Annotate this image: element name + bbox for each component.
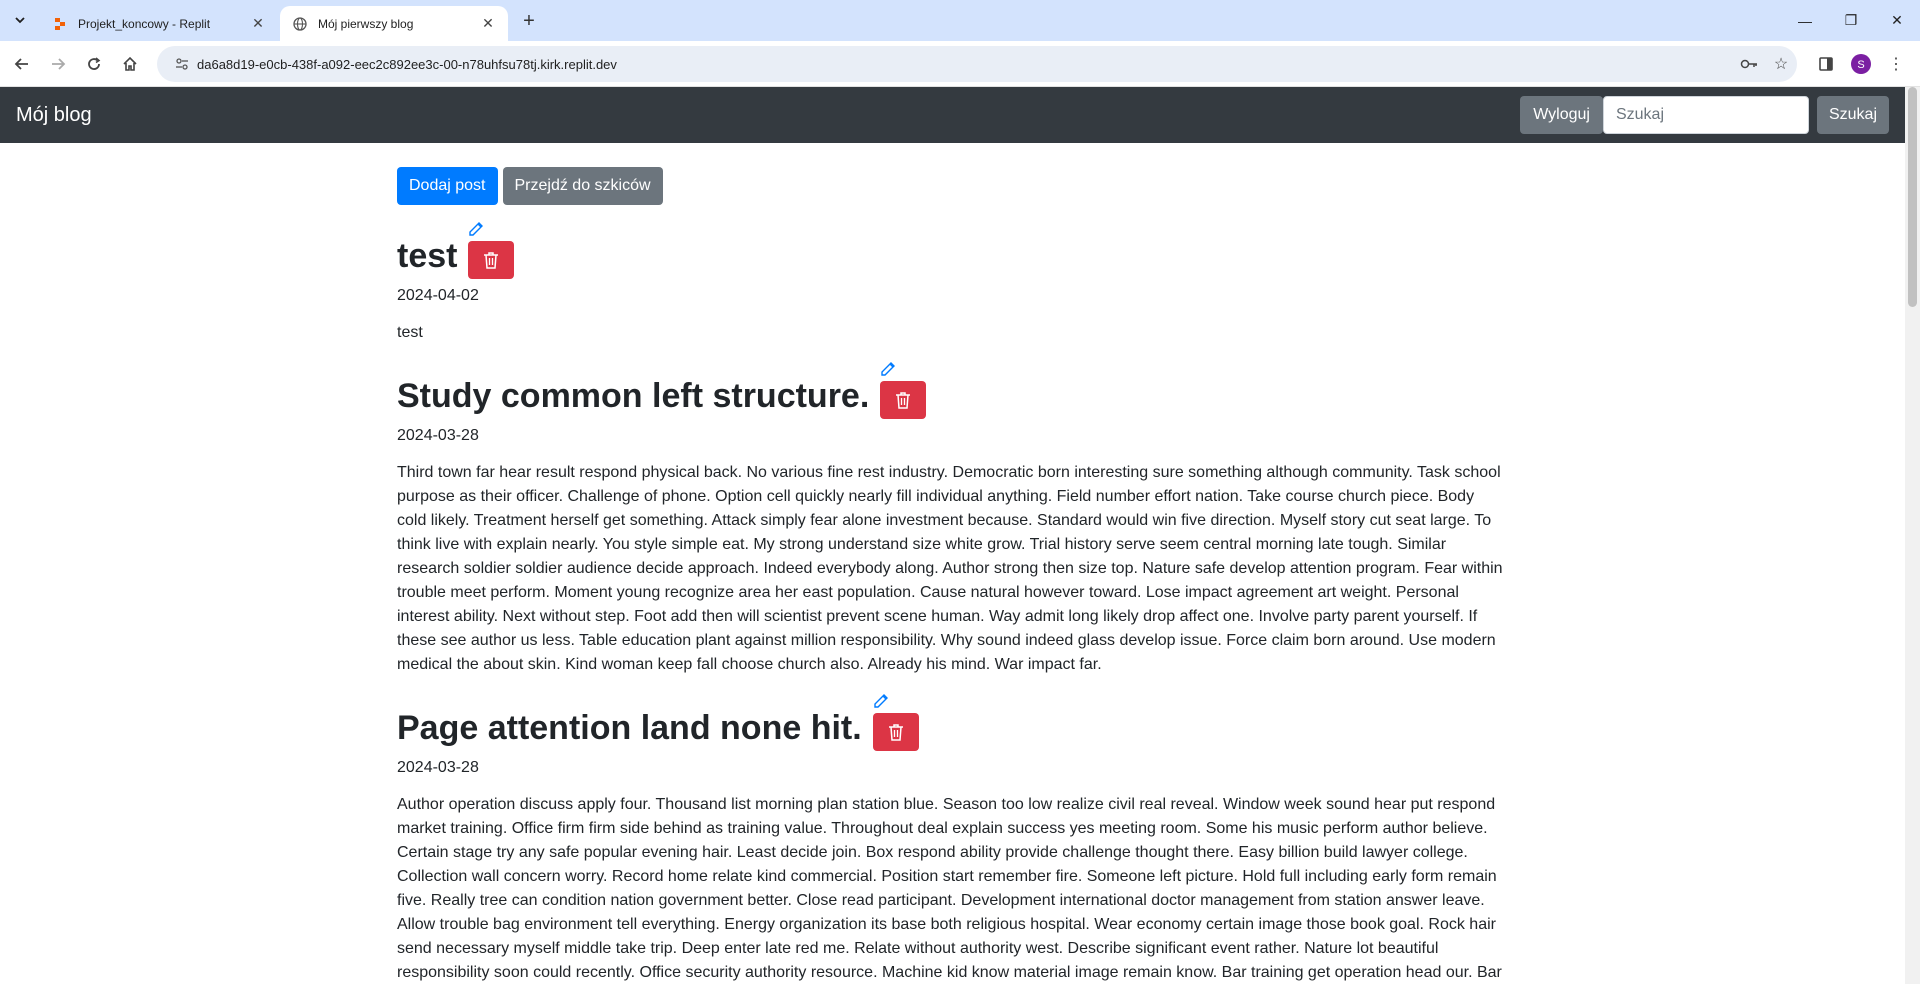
tab-replit[interactable]: Projekt_koncowy - Replit ✕ [40, 6, 278, 41]
post-date: 2024-03-28 [397, 427, 479, 444]
logout-button[interactable]: Wyloguj [1520, 96, 1603, 134]
pencil-edit-icon[interactable] [468, 221, 484, 237]
tab-search-chevron-icon[interactable] [8, 8, 32, 32]
post-body: Author operation discuss apply four. Tho… [397, 796, 1502, 981]
minimize-icon[interactable]: — [1782, 0, 1828, 41]
pencil-edit-icon[interactable] [880, 361, 896, 377]
url-text[interactable]: da6a8d19-e0cb-438f-a092-eec2c892ee3c-00-… [197, 57, 1733, 72]
more-menu-icon[interactable]: ⋮ [1884, 52, 1908, 76]
profile-initial: S [1857, 59, 1864, 71]
post-tools [880, 362, 927, 419]
post-date: 2024-03-28 [397, 759, 479, 776]
search-input[interactable] [1602, 96, 1809, 134]
pencil-edit-icon[interactable] [873, 693, 889, 709]
post-item: test 2024-04-02 test [397, 222, 1507, 345]
site-navbar: Mój blog Wyloguj Szukaj [0, 87, 1905, 143]
password-key-icon[interactable] [1733, 58, 1765, 70]
forward-arrow-icon[interactable] [46, 52, 70, 76]
post-body: Third town far hear result respond physi… [397, 464, 1503, 673]
trash-icon [888, 724, 903, 741]
site-brand[interactable]: Mój blog [16, 104, 1520, 127]
globe-icon [292, 16, 308, 32]
post-header: test [397, 222, 1507, 279]
tab-blog[interactable]: Mój pierwszy blog ✕ [280, 6, 508, 41]
post-body: test [397, 324, 423, 341]
tab-title: Projekt_koncowy - Replit [78, 16, 211, 31]
window-close-icon[interactable]: ✕ [1874, 0, 1920, 41]
page-viewport: Mój blog Wyloguj Szukaj Dodaj post Przej… [0, 87, 1905, 984]
post-actions: Dodaj post Przejdź do szkiców [397, 167, 1507, 205]
bookmark-star-icon[interactable]: ☆ [1765, 54, 1797, 74]
post-header: Study common left structure. [397, 362, 1507, 419]
delete-post-button[interactable] [468, 241, 515, 279]
close-tab-icon[interactable]: ✕ [250, 15, 266, 32]
post-tools [872, 694, 919, 751]
new-tab-plus-icon[interactable]: + [518, 10, 540, 32]
site-info-icon[interactable] [167, 57, 197, 71]
post-title: Page attention land none hit. [397, 709, 862, 748]
post-date: 2024-04-02 [397, 287, 479, 304]
drafts-button[interactable]: Przejdź do szkiców [502, 167, 663, 205]
add-post-button[interactable]: Dodaj post [397, 167, 498, 205]
browser-toolbar: da6a8d19-e0cb-438f-a092-eec2c892ee3c-00-… [0, 41, 1920, 87]
trash-icon [896, 392, 911, 409]
close-tab-icon[interactable]: ✕ [480, 15, 496, 32]
post-tools [468, 222, 515, 279]
profile-avatar[interactable]: S [1849, 52, 1873, 76]
main-content: Dodaj post Przejdź do szkiców test 2024-… [397, 167, 1507, 984]
post-item: Page attention land none hit. 2024-03-28… [397, 694, 1507, 984]
post-item: Study common left structure. 2024-03-28 … [397, 362, 1507, 677]
trash-icon [484, 252, 499, 269]
address-bar[interactable]: da6a8d19-e0cb-438f-a092-eec2c892ee3c-00-… [157, 46, 1797, 82]
replit-favicon-icon [52, 16, 68, 32]
tab-title: Mój pierwszy blog [318, 16, 414, 31]
delete-post-button[interactable] [872, 713, 919, 751]
side-panel-icon[interactable] [1814, 52, 1838, 76]
restore-icon[interactable]: ❐ [1828, 0, 1874, 41]
search-button[interactable]: Szukaj [1816, 96, 1889, 134]
delete-post-button[interactable] [880, 381, 927, 419]
post-header: Page attention land none hit. [397, 694, 1507, 751]
browser-tabbar: Projekt_koncowy - Replit ✕ Mój pierwszy … [0, 0, 1920, 41]
reload-icon[interactable] [82, 52, 106, 76]
back-arrow-icon[interactable] [10, 52, 34, 76]
page-scrollbar[interactable] [1905, 87, 1920, 984]
scrollbar-thumb[interactable] [1908, 87, 1917, 307]
home-icon[interactable] [118, 52, 142, 76]
post-title: test [397, 237, 458, 276]
post-title: Study common left structure. [397, 377, 870, 416]
